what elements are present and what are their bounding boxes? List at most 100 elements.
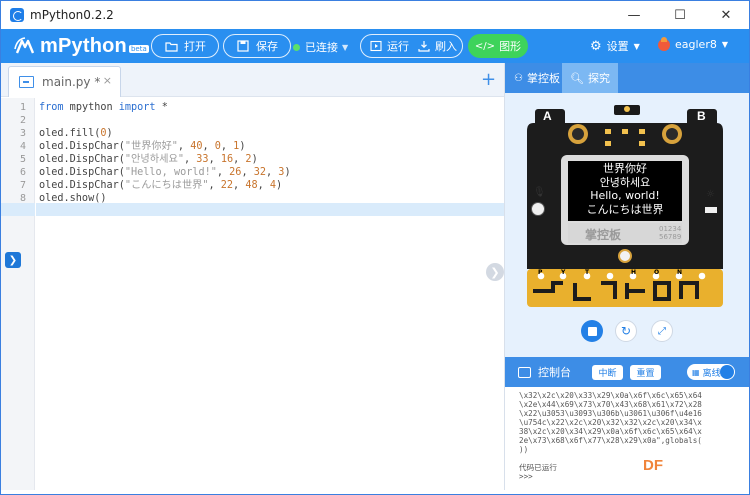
line-number: 5	[19, 154, 26, 165]
console-line: >>>	[519, 472, 533, 481]
pin-label: Y	[561, 269, 566, 276]
tab-label: main.py *	[42, 75, 101, 89]
board-button-b[interactable]: B	[697, 109, 706, 123]
oled-line: 안녕하세요	[599, 175, 651, 189]
mic-icon: 🎙︎	[533, 187, 546, 198]
code-token: )	[251, 154, 258, 165]
tab-explore-label: 探究	[587, 72, 610, 85]
tab-explore[interactable]: 🔍︎ 探究	[562, 63, 618, 93]
run-label: 运行	[387, 40, 409, 53]
console-line: \x22\u3053\u3093\u306b\u3061\u306f\u4e16	[519, 409, 702, 418]
console-line: 2e\x73\x68\x6f\x77\x28\x29\x0a",globals(	[519, 436, 702, 445]
app-logo: mPython beta	[13, 35, 149, 58]
code-token: "안녕하세요"	[124, 154, 185, 165]
logo-icon	[13, 35, 37, 57]
line-number: 7	[19, 180, 26, 191]
code-line[interactable]: oled.show()	[39, 192, 106, 205]
beta-badge: beta	[128, 45, 149, 53]
code-line[interactable]: oled.DispChar("こんにちは世界", 22, 48, 4)	[39, 179, 282, 192]
console-line: \x32\x2c\x20\x33\x29\x0a\x6f\x6c\x65\x64	[519, 391, 702, 400]
run-button[interactable]: 运行	[370, 38, 409, 54]
light-icon: ☼	[706, 189, 715, 200]
code-line[interactable]: oled.DispChar("Hello, world!", 26, 32, 3…	[39, 166, 291, 179]
code-line[interactable]: from mpython import *	[39, 101, 168, 114]
code-line[interactable]: oled.DispChar("안녕하세요", 33, 16, 2)	[39, 153, 258, 166]
oled-line: Hello, world!	[590, 189, 660, 202]
title-bar: mPython0.2.2 — ☐ ✕	[1, 1, 749, 29]
code-token: ,	[220, 141, 234, 152]
close-window-button[interactable]: ✕	[703, 1, 749, 29]
code-token: *	[155, 102, 168, 113]
download-icon	[418, 40, 430, 52]
connection-status[interactable]: 已连接 ▼	[293, 39, 348, 55]
maximize-button[interactable]: ☐	[657, 1, 703, 29]
save-button[interactable]: 保存	[223, 34, 291, 58]
oled-line: 世界你好	[603, 162, 647, 175]
graphic-label: 图形	[499, 40, 522, 53]
code-token: 40	[190, 141, 203, 152]
code-token: 22	[220, 180, 234, 191]
code-token: )	[106, 128, 113, 139]
code-token: oled.DispChar(	[39, 180, 125, 191]
expand-left-panel-button[interactable]: ❯	[5, 252, 21, 268]
app-icon	[10, 8, 24, 22]
settings-menu[interactable]: ⚙ 设置 ▼	[590, 38, 640, 54]
code-token: ,	[241, 167, 254, 178]
right-panel: ⚇ 掌控板 🔍︎ 探究 A B 世界你好 안녕하세요 Hello, world!…	[504, 63, 749, 490]
save-icon	[236, 39, 250, 53]
code-token: import	[118, 102, 156, 113]
tab-main-py[interactable]: main.py * ×	[8, 66, 121, 97]
code-token: ,	[216, 167, 230, 178]
user-menu[interactable]: eagler8 ▼	[658, 36, 728, 51]
code-token: )	[284, 167, 291, 178]
console-mode-toggle[interactable]: ▦ 离线	[687, 364, 735, 380]
board-pins: P Y T H O N	[538, 269, 734, 283]
console-icon	[518, 366, 531, 378]
collapse-right-panel-button[interactable]: ❯	[486, 263, 504, 281]
tab-board-label: 掌控板	[526, 72, 560, 85]
console-line: \x2e\x44\x69\x73\x70\x43\x68\x61\x72\x28	[519, 400, 702, 409]
stop-button[interactable]	[581, 320, 603, 342]
board-button-a[interactable]: A	[543, 109, 552, 123]
pin-label: H	[631, 269, 637, 276]
reset-button[interactable]: ↻	[615, 320, 637, 342]
code-token: ,	[233, 154, 246, 165]
line-number: 4	[19, 141, 26, 152]
toggle-knob	[720, 365, 734, 379]
code-token: oled.DispChar(	[39, 154, 125, 165]
pin-label: P	[538, 269, 543, 276]
code-line[interactable]: oled.DispChar("世界你好", 40, 0, 1)	[39, 140, 245, 153]
file-icon	[19, 76, 34, 88]
flash-button[interactable]: 刷入	[418, 38, 457, 54]
current-line-gutter	[1, 203, 35, 216]
console-line: 代码已运行	[519, 463, 557, 472]
chevron-down-icon: ▼	[342, 42, 349, 52]
code-token: 33	[196, 154, 209, 165]
board-simulator: A B 世界你好 안녕하세요 Hello, world! こんにちは世界 掌控板…	[505, 93, 749, 357]
fullscreen-button[interactable]: ⤢	[651, 320, 673, 342]
code-token: 48	[245, 180, 258, 191]
run-icon	[370, 40, 382, 52]
open-button[interactable]: 打开	[151, 34, 219, 58]
console-output[interactable]: \x32\x2c\x20\x33\x29\x0a\x6f\x6c\x65\x64…	[505, 387, 749, 490]
code-token: ,	[184, 154, 197, 165]
close-tab-icon[interactable]: ×	[103, 74, 112, 87]
graphic-mode-button[interactable]: </> 图形	[468, 34, 528, 58]
console-restart-button[interactable]: 重置	[630, 365, 661, 380]
console-stop-button[interactable]: 中断	[592, 365, 623, 380]
minimize-button[interactable]: —	[611, 1, 657, 29]
run-flash-group: 运行 刷入	[360, 34, 463, 58]
tab-board[interactable]: ⚇ 掌控板	[510, 63, 560, 93]
toolbar: mPython beta 打开 保存 已连接 ▼ 运行 刷入 </> 图形 ⚙ …	[1, 29, 749, 63]
brand-name: mPython	[40, 34, 127, 57]
code-token: mpython	[63, 102, 119, 113]
code-editor[interactable]: 123456789 from mpython import *oled.fill…	[1, 98, 504, 490]
pin-label: O	[654, 269, 660, 276]
code-token: "こんにちは世界"	[124, 180, 209, 191]
console-line: 38\x2c\x20\x34\x29\x0a\x6f\x6c\x65\x64\x	[519, 427, 702, 436]
code-line[interactable]: oled.fill(0)	[39, 127, 113, 140]
add-tab-button[interactable]: +	[481, 69, 496, 90]
search-icon: 🔍︎	[570, 71, 584, 85]
simulator-controls: ↻ ⤢	[505, 320, 749, 350]
code-token: )	[239, 141, 246, 152]
